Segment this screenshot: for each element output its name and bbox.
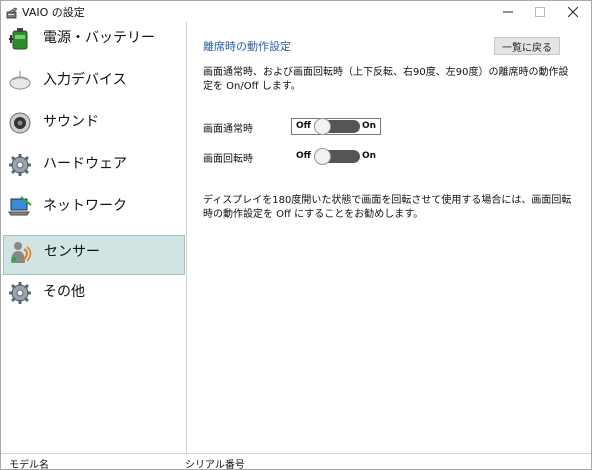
sidebar-item-other[interactable]: その他 xyxy=(3,276,185,316)
sidebar-item-label: ネットワーク xyxy=(43,198,127,214)
toggle-rotated-screen[interactable]: Off On xyxy=(291,148,381,165)
sidebar-item-label: 電源・バッテリー xyxy=(43,30,155,46)
app-window: VAIO の設定 電源・バッテリー 入力デバイス サウンド ハードウェア ネット… xyxy=(0,0,592,470)
gear-icon xyxy=(7,151,33,177)
sidebar-item-network[interactable]: ネットワーク xyxy=(3,190,185,230)
toggle-on-text: On xyxy=(361,151,376,161)
toggle-knob[interactable] xyxy=(314,148,331,165)
toggle-on-text: On xyxy=(361,121,376,131)
toggle-label-rotated: 画面回転時 xyxy=(203,154,253,165)
minimize-button[interactable] xyxy=(492,1,524,22)
window-title: VAIO の設定 xyxy=(22,6,85,19)
mouse-icon xyxy=(7,67,33,93)
gear-icon xyxy=(7,279,33,305)
serial-number-label: シリアル番号 xyxy=(185,460,245,470)
vaio-app-icon xyxy=(6,5,19,19)
toggle-off-text: Off xyxy=(296,121,311,131)
back-to-list-button[interactable]: 一覧に戻る xyxy=(494,37,560,55)
sidebar-item-hardware[interactable]: ハードウェア xyxy=(3,148,185,188)
section-title: 離席時の動作設定 xyxy=(203,40,291,53)
speaker-icon xyxy=(7,109,33,135)
description-text: 画面通常時、および画面回転時（上下反転、右90度、左90度）の離席時の動作設定を… xyxy=(203,67,569,92)
sidebar-item-label: サウンド xyxy=(43,114,99,130)
recommendation-note: ディスプレイを180度開いた状態で画面を回転させて使用する場合には、画面回転時の… xyxy=(203,195,572,220)
close-button[interactable] xyxy=(557,1,589,22)
network-laptop-icon xyxy=(7,193,33,219)
sidebar-item-label: ハードウェア xyxy=(43,156,127,172)
sidebar: 電源・バッテリー 入力デバイス サウンド ハードウェア ネットワーク センサー … xyxy=(1,22,187,453)
sidebar-item-label: 入力デバイス xyxy=(43,72,127,88)
toggle-normal-screen[interactable]: Off On xyxy=(291,118,381,135)
maximize-button[interactable] xyxy=(524,1,556,22)
status-bar: モデル名 シリアル番号 xyxy=(1,453,591,470)
sidebar-item-label: センサー xyxy=(44,244,100,260)
battery-plug-icon xyxy=(7,25,33,51)
toggle-knob[interactable] xyxy=(314,118,331,135)
sidebar-item-label: その他 xyxy=(43,284,85,300)
title-bar: VAIO の設定 xyxy=(1,1,591,22)
sidebar-item-sensor[interactable]: センサー xyxy=(3,235,185,275)
toggle-off-text: Off xyxy=(296,151,311,161)
model-name-label: モデル名 xyxy=(9,460,49,470)
sidebar-item-sound[interactable]: サウンド xyxy=(3,106,185,146)
sensor-person-icon xyxy=(8,239,34,265)
sidebar-item-power-battery[interactable]: 電源・バッテリー xyxy=(3,22,185,62)
toggle-label-normal: 画面通常時 xyxy=(203,124,253,135)
sidebar-item-input-devices[interactable]: 入力デバイス xyxy=(3,64,185,104)
main-panel: 離席時の動作設定 一覧に戻る 画面通常時、および画面回転時（上下反転、右90度、… xyxy=(188,22,591,453)
